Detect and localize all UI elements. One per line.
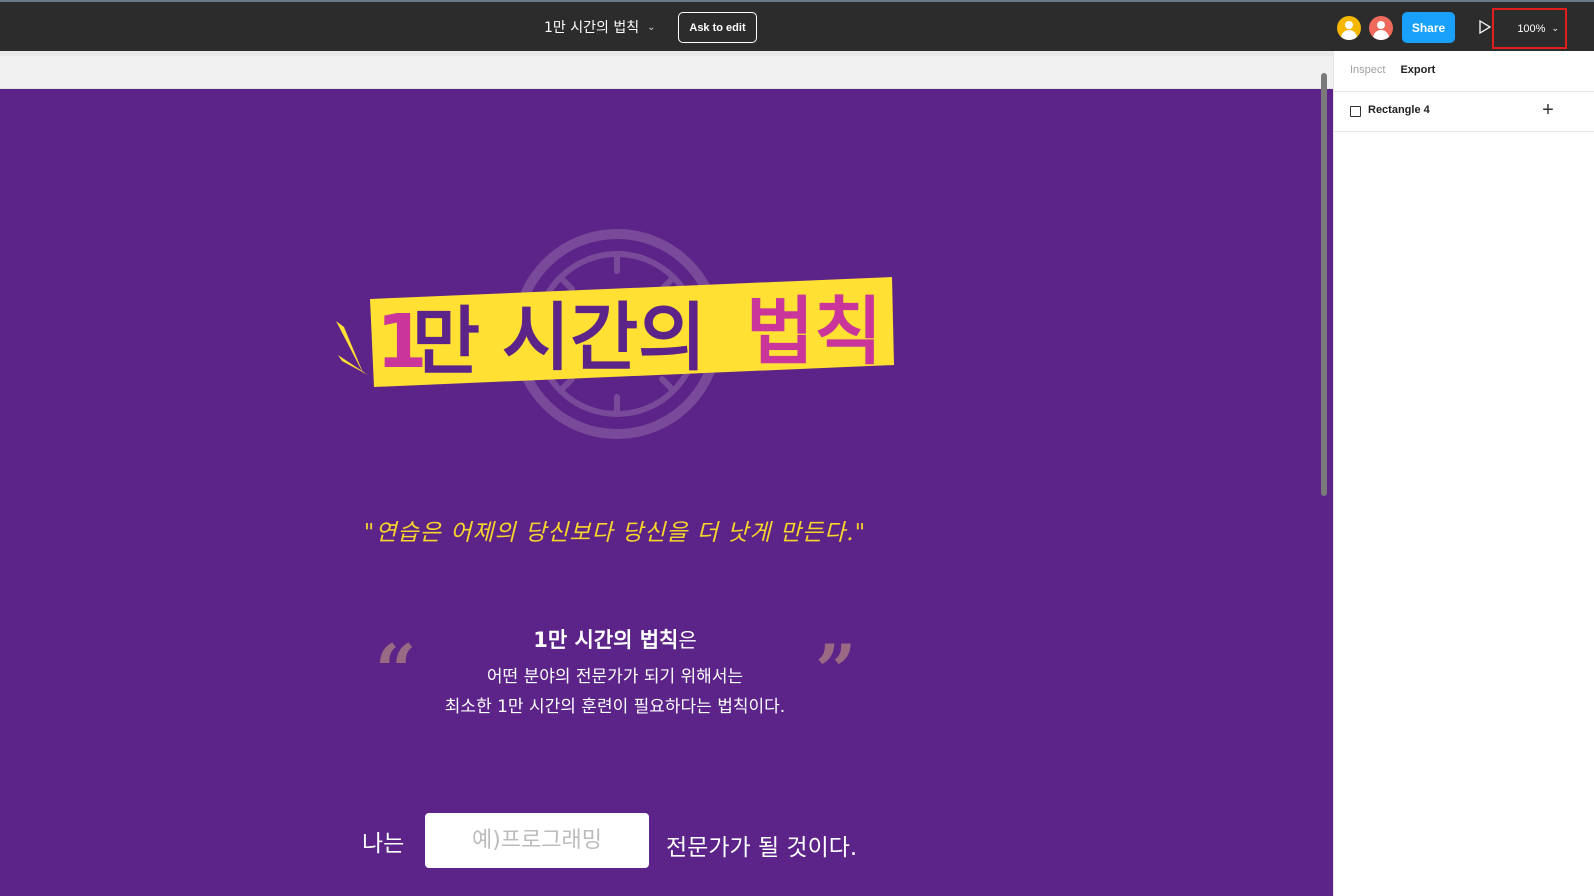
description-line-1: 어떤 분야의 전문가가 되기 위해서는 [486, 667, 744, 687]
field-input[interactable] [425, 813, 649, 868]
description-title: 1만 시간의 법칙은 [0, 624, 1230, 654]
goal-form: 나는 전문가가 될 것이다. [0, 812, 1333, 872]
description-title-bold: 1만 시간의 법칙 [533, 628, 679, 652]
title-logo: 1 만 시간의 법칙 [336, 277, 894, 387]
goal-prefix-label: 나는 [362, 831, 405, 857]
description-line-2: 최소한 1만 시간의 훈련이 필요하다는 법칙이다. [444, 697, 786, 717]
zoom-dropdown[interactable]: 100% ⌄ [1492, 8, 1567, 49]
chevron-down-icon: ⌄ [1551, 23, 1559, 33]
canvas-top-strip [0, 56, 1333, 89]
file-title: 1만 시간의 법칙 [544, 20, 640, 36]
right-panel: Inspect Export Rectangle 4 + [1333, 51, 1594, 896]
goal-suffix-label: 전문가가 될 것이다. [666, 835, 858, 861]
layer-name: Rectangle 4 [1368, 104, 1430, 116]
tab-export[interactable]: Export [1400, 64, 1435, 76]
canvas-viewport[interactable]: 1 만 시간의 법칙 "연습은 어제의 당신보다 당신을 더 낫게 만든다." … [0, 51, 1333, 896]
avatar[interactable] [1369, 16, 1393, 40]
design-frame[interactable]: 1 만 시간의 법칙 "연습은 어제의 당신보다 당신을 더 낫게 만든다." … [0, 89, 1333, 896]
layer-row[interactable]: Rectangle 4 + [1334, 92, 1594, 132]
zoom-level: 100% [1517, 22, 1546, 35]
vertical-scrollbar[interactable] [1321, 73, 1327, 496]
user-head-shape [1377, 21, 1385, 29]
chevron-down-icon: ⌄ [647, 21, 656, 33]
share-button[interactable]: Share [1402, 12, 1455, 43]
logo-part-beopchik: 법칙 [746, 289, 882, 375]
logo-part-man: 만 [412, 299, 480, 385]
top-toolbar: 1만 시간의 법칙 ⌄ Ask to edit Share 100% ⌄ [0, 4, 1594, 51]
file-title-menu[interactable]: 1만 시간의 법칙 ⌄ [544, 17, 655, 37]
motto-text: "연습은 어제의 당신보다 당신을 더 낫게 만든다." [363, 520, 867, 546]
tab-inspect[interactable]: Inspect [1350, 64, 1385, 76]
ask-to-edit-button[interactable]: Ask to edit [678, 12, 757, 43]
logo-part-sigan: 시간의 [502, 295, 706, 381]
user-body-shape [1373, 30, 1389, 40]
avatar[interactable] [1337, 16, 1361, 40]
present-play-icon[interactable] [1478, 19, 1492, 35]
plus-icon[interactable]: + [1539, 100, 1557, 120]
user-body-shape [1341, 30, 1357, 40]
user-head-shape [1345, 21, 1353, 29]
panel-tabs: Inspect Export [1350, 64, 1435, 76]
rectangle-icon [1350, 106, 1361, 117]
description-title-suffix: 은 [678, 628, 697, 652]
